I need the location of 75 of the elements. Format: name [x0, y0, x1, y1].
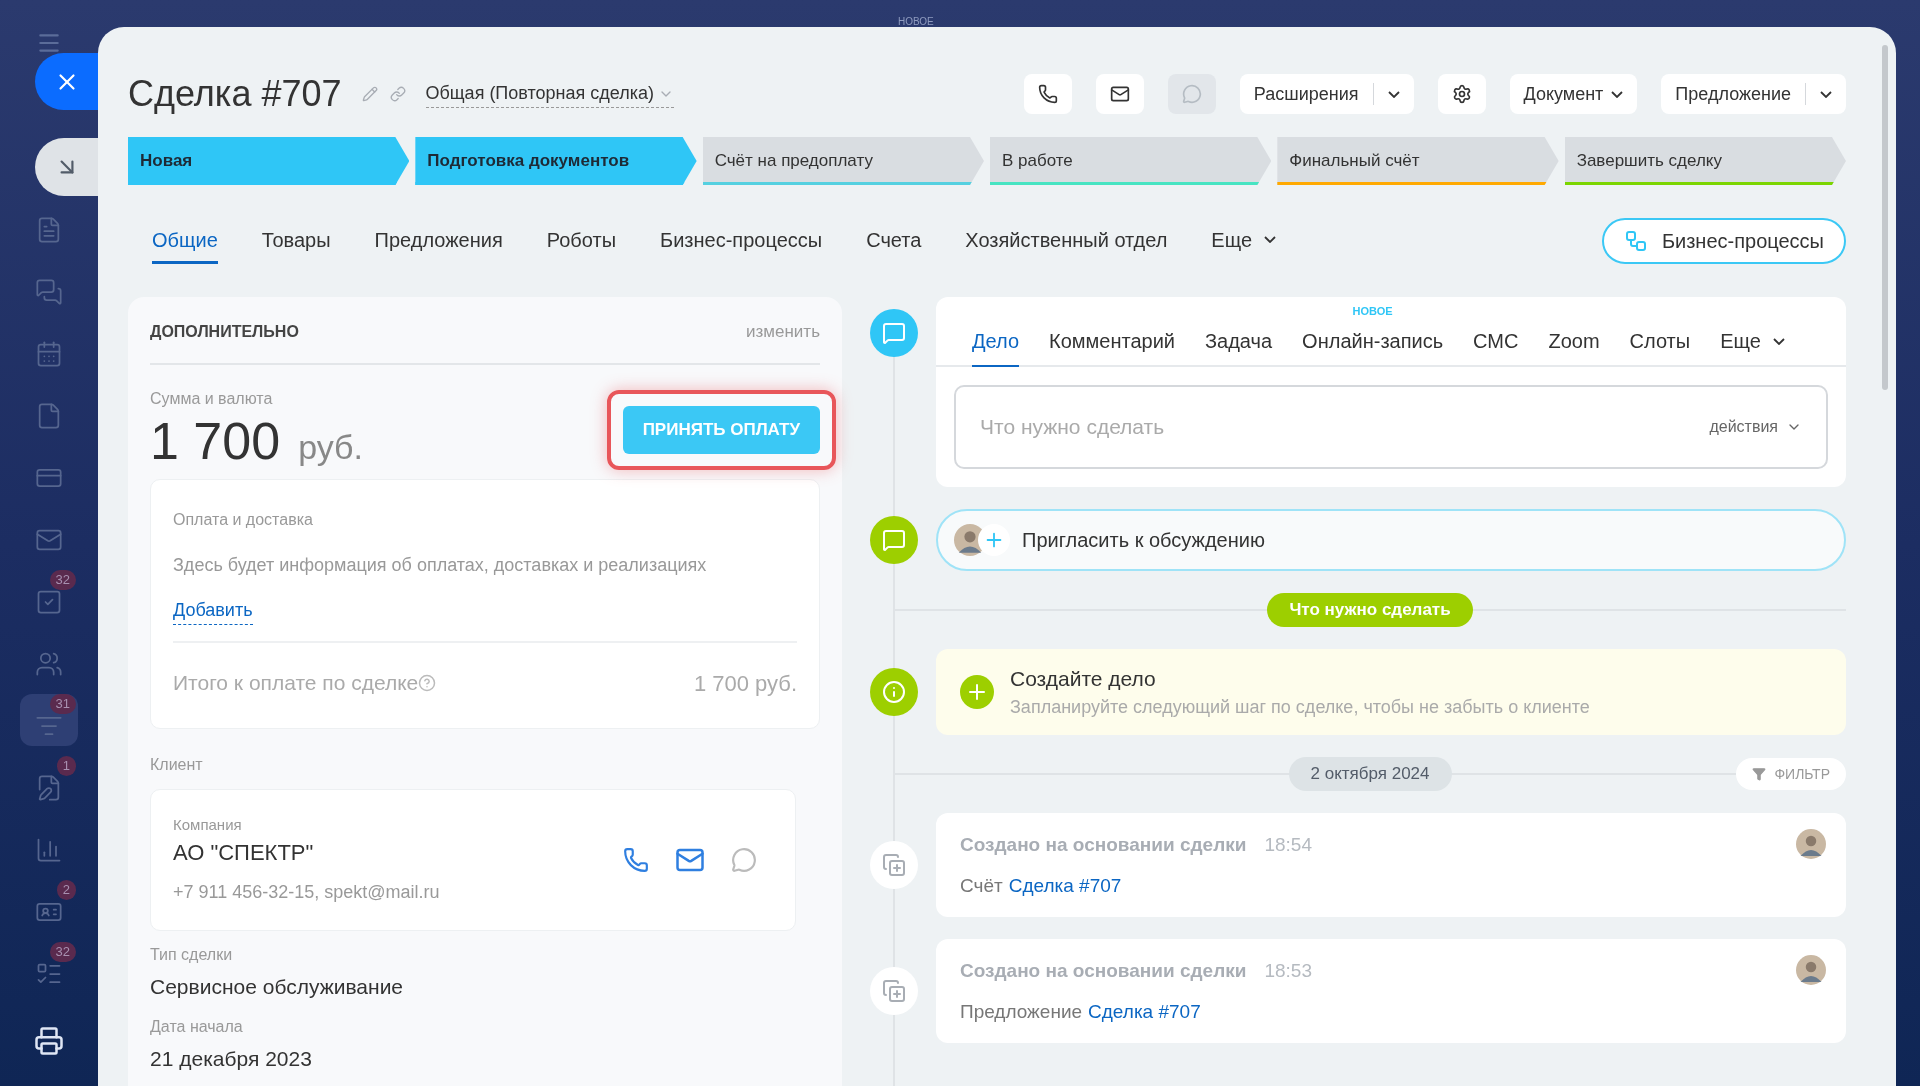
stage-step[interactable]: Новая	[128, 137, 410, 185]
count-badge: 1	[56, 756, 76, 776]
split-button-label[interactable]: Расширения	[1239, 80, 1373, 108]
entry-type: Счёт	[960, 873, 1003, 898]
card-text: Запланируйте следующий шаг по сделке, чтобы не забыть о клиенте	[1010, 696, 1590, 720]
entry-time: 18:53	[1264, 959, 1312, 983]
client-name: АО "СПЕКТР"	[173, 839, 315, 867]
count-badge: 32	[49, 942, 76, 962]
dropdown-button[interactable]: Документ	[1509, 74, 1638, 114]
sidebar-item[interactable]: 32	[20, 570, 78, 622]
stage-step[interactable]: В работе	[990, 137, 1272, 185]
sidebar-item[interactable]: 2	[20, 880, 78, 932]
entry-title: Создано на основании сделки	[960, 833, 1247, 857]
card-title: Создайте дело	[1010, 665, 1157, 692]
entry-time: 18:54	[1264, 833, 1312, 857]
activity-tab[interactable]: Zoom	[1548, 317, 1600, 367]
amount-value: 1 700	[150, 410, 281, 471]
field-label: Клиент	[150, 754, 204, 775]
section-title: ДОПОЛНИТЕЛЬНО	[150, 321, 299, 342]
tab[interactable]: Роботы	[546, 218, 617, 264]
activity-tab[interactable]: Еще	[1720, 317, 1785, 367]
activity-tab[interactable]: Слоты	[1629, 317, 1691, 367]
deal-link[interactable]: Сделка #707	[1088, 997, 1201, 1026]
stage-step[interactable]: Счёт на предоплату	[702, 137, 984, 185]
total-label: Итого к оплате по сделке	[173, 670, 419, 697]
count-badge: 2	[56, 880, 76, 900]
deal-link[interactable]: Сделка #707	[1008, 871, 1122, 900]
deal-title: Сделка #707	[128, 72, 342, 116]
count-badge: 31	[49, 694, 76, 714]
tab[interactable]: Общие	[152, 218, 218, 264]
currency-label: руб.	[298, 426, 363, 468]
todo-input-field[interactable]: Что нужно сделать действия	[954, 385, 1828, 469]
activity-tab[interactable]: Комментарий	[1049, 317, 1175, 367]
tab[interactable]: Товары	[261, 218, 331, 264]
activity-tab[interactable]: Дело	[972, 317, 1020, 367]
new-label: НОВОЕ	[1352, 304, 1393, 319]
invite-field[interactable]: Пригласить к обсуждению	[936, 509, 1846, 571]
payment-title: Оплата и доставка	[173, 509, 314, 530]
field-label: Дата начала	[150, 1016, 244, 1037]
actions-dropdown[interactable]: действия	[1709, 415, 1802, 439]
client-type: Компания	[173, 814, 243, 835]
add-link[interactable]: Добавить	[173, 596, 253, 625]
field-value: 21 декабря 2023	[150, 1045, 313, 1072]
sidebar-item[interactable]: 32	[20, 942, 78, 994]
client-contacts: +7 911 456-32-15, spekt@mail.ru	[173, 881, 440, 904]
category-dropdown[interactable]: Общая (Повторная сделка)	[425, 80, 674, 108]
field-label: Тип сделки	[150, 945, 234, 965]
stage-step[interactable]: Завершить сделку	[1564, 137, 1846, 185]
split-button-label[interactable]: Предложение	[1661, 80, 1805, 108]
field-label: Сумма и валюта	[150, 388, 274, 409]
tab[interactable]: Бизнес-процессы	[660, 218, 823, 264]
tab[interactable]: Хозяйственный отдел	[965, 218, 1168, 264]
split-button[interactable]: Предложение	[1661, 74, 1846, 114]
stage-step[interactable]: Финальный счёт	[1277, 137, 1559, 185]
total-value: 1 700 руб.	[693, 669, 797, 698]
entry-type: Предложение	[960, 999, 1083, 1024]
sidebar-item[interactable]: 1	[20, 756, 78, 808]
activity-tab[interactable]: СМС	[1473, 317, 1519, 367]
payment-info: Здесь будет информация об оплатах, доставках и реализациях	[173, 553, 708, 577]
stage-step[interactable]: Подготовка документов	[415, 137, 697, 185]
todo-pill: Что нужно сделать	[1267, 593, 1473, 627]
date-pill: 2 октября 2024	[1288, 757, 1452, 791]
tab[interactable]: Предложения	[374, 218, 503, 264]
overlay-label: НОВОЕ	[898, 15, 934, 29]
create-task-card[interactable]: Создайте дело Запланируйте следующий шаг по сделке, чтобы не забыть о клиенте	[936, 649, 1846, 735]
activity-tab[interactable]: Онлайн-запись	[1302, 317, 1444, 367]
split-button[interactable]: Расширения	[1239, 74, 1414, 114]
business-process-button[interactable]: Бизнес-процессы	[1601, 218, 1846, 264]
tab[interactable]: Еще	[1211, 218, 1277, 264]
field-value: Сервисное обслуживание	[150, 974, 405, 1000]
sidebar-item[interactable]: 31	[20, 694, 78, 746]
activity-tab[interactable]: Задача	[1205, 317, 1273, 367]
tab[interactable]: Счета	[866, 218, 922, 264]
count-badge: 32	[49, 570, 76, 590]
entry-title: Создано на основании сделки	[960, 959, 1247, 983]
